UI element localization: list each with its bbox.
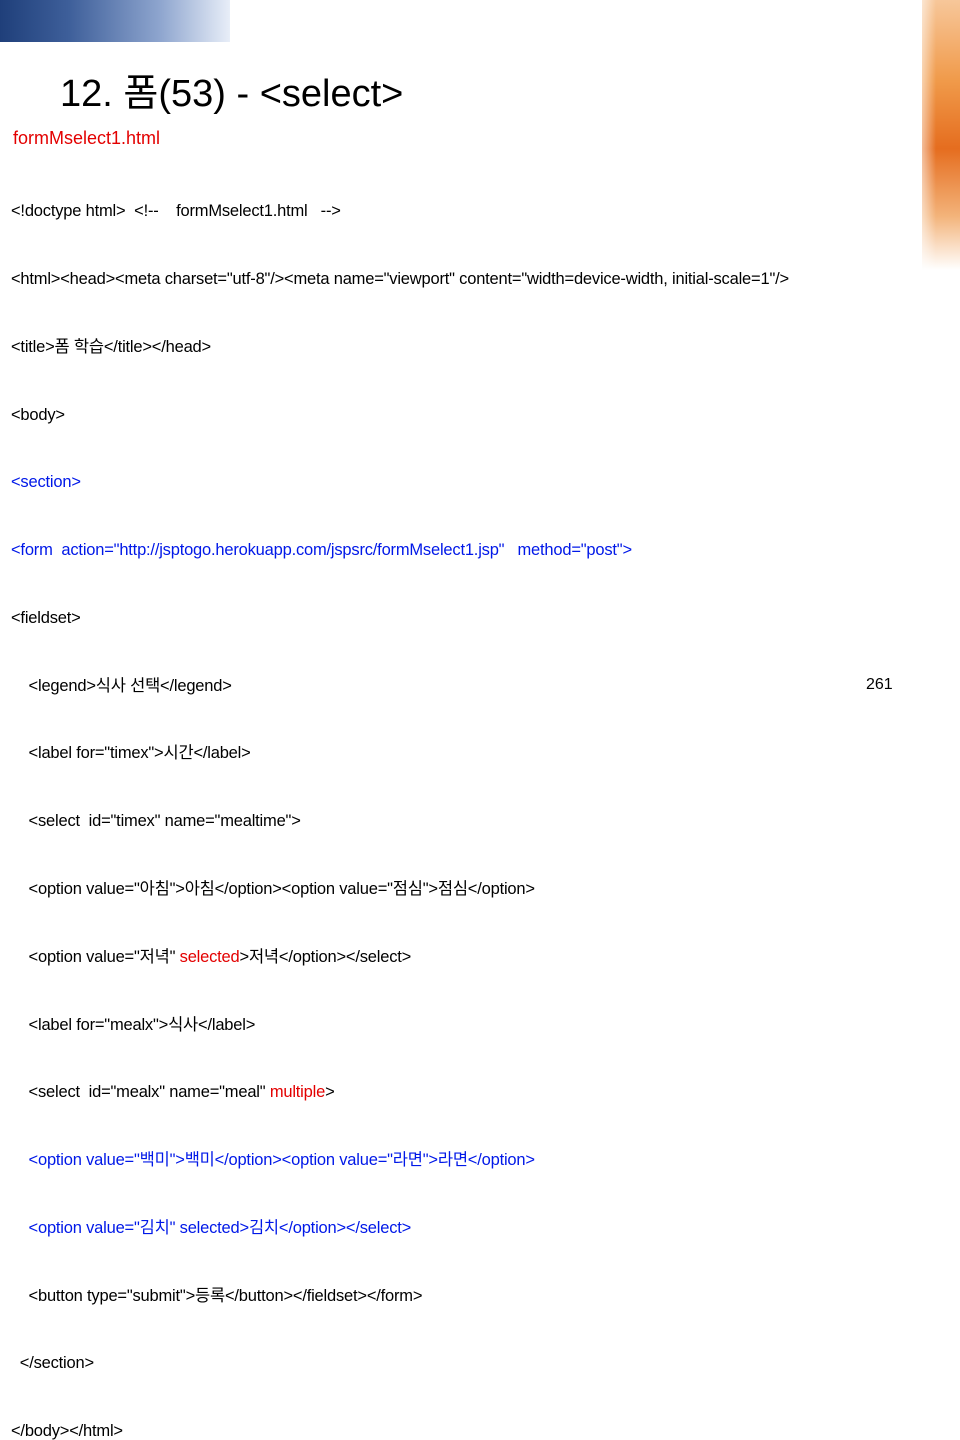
code-segment: <option value="김치": [11, 1218, 180, 1237]
code-line: </section>: [11, 1354, 94, 1373]
code-line: <title>폼 학습</title></head>: [11, 337, 211, 356]
code-line: </body></html>: [11, 1422, 123, 1440]
code-segment: >저녁</option></select>: [239, 947, 412, 966]
code-segment: >김치</option></select>: [239, 1218, 412, 1237]
code-line: <label for="timex">시간</label>: [11, 744, 251, 763]
code-line: <fieldset>: [11, 608, 81, 627]
code-line: <option value="김치" selected>김치</option><…: [11, 1217, 789, 1240]
code-line: <legend>식사 선택</legend>: [11, 676, 232, 695]
code-line: <!doctype html> <!-- formMselect1.html -…: [11, 202, 341, 221]
code-line: <body>: [11, 405, 65, 424]
header-banner: [0, 0, 230, 42]
code-line: <option value="저녁" selected>저녁</option><…: [11, 946, 789, 969]
code-line: <form action="http://jsptogo.herokuapp.c…: [11, 541, 632, 560]
code-segment: >: [325, 1083, 335, 1102]
code-line: <section>: [11, 473, 81, 492]
page-number: 261: [866, 676, 893, 693]
side-accent-strip: [922, 0, 960, 270]
code-keyword: selected: [179, 1218, 240, 1237]
code-keyword: multiple: [269, 1083, 326, 1102]
code-filename: formMselect1.html: [13, 128, 161, 148]
code-line: <select id="mealx" name="meal" multiple>: [11, 1081, 789, 1104]
code-line: <label for="mealx">식사</label>: [11, 1015, 256, 1034]
code-listing: <!doctype html> <!-- formMselect1.html -…: [11, 155, 789, 1440]
code-line: <button type="submit">등록</button></field…: [11, 1286, 423, 1305]
code-segment: <option value="저녁": [11, 947, 180, 966]
code-line: <option value="백미">백미</option><option va…: [11, 1151, 535, 1170]
slide-title: 12. 폼(53) - <select>: [60, 73, 404, 115]
code-segment: <select id="mealx" name="meal": [11, 1083, 270, 1102]
code-keyword: selected: [179, 947, 240, 966]
code-line: <html><head><meta charset="utf-8"/><meta…: [11, 269, 789, 288]
code-line: <select id="timex" name="mealtime">: [11, 812, 301, 831]
code-line: <option value="아침">아침</option><option va…: [11, 880, 535, 898]
